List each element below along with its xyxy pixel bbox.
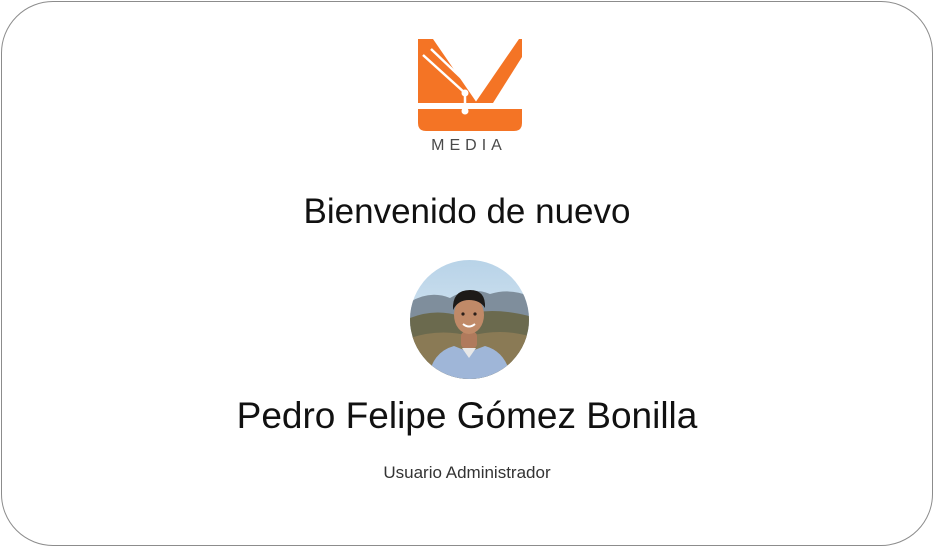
- welcome-heading: Bienvenido de nuevo: [303, 192, 631, 231]
- user-name: Pedro Felipe Gómez Bonilla: [236, 395, 698, 436]
- brand-logo-text: MEDIA: [431, 137, 507, 154]
- brand-logo-icon: [415, 37, 525, 133]
- user-role: Usuario Administrador: [383, 463, 551, 482]
- user-avatar: [410, 260, 529, 379]
- welcome-card: MEDIA Bienvenido de nuevo Pedro Felipe G…: [1, 1, 933, 546]
